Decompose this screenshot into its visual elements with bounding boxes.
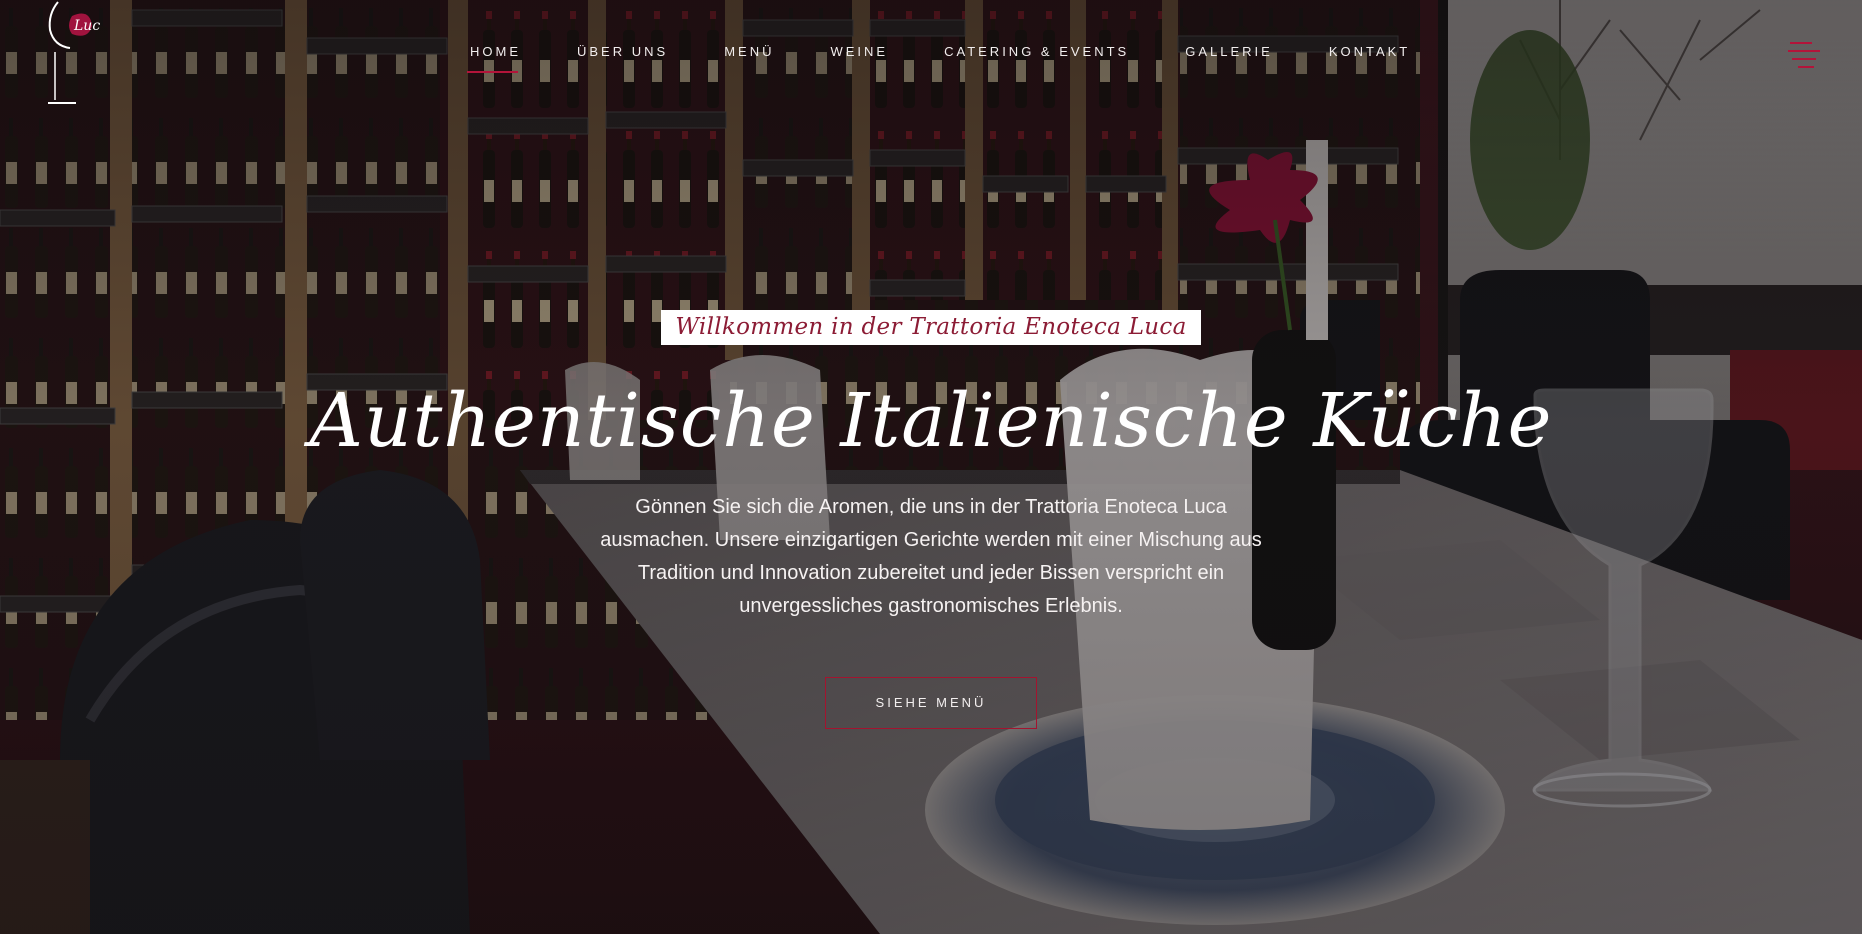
hero-description: Gönnen Sie sich die Aromen, die uns in d… xyxy=(600,495,1262,617)
siehe-menu-button[interactable]: SIEHE MENÜ xyxy=(825,676,1037,729)
main-navigation: HOME ÜBER UNS MENÜ WEINE CATERING & EVEN… xyxy=(467,44,1410,73)
hero-title: Authentische Italienische Küche xyxy=(309,378,1553,464)
nav-item-ueber-uns[interactable]: ÜBER UNS xyxy=(577,44,668,59)
svg-text:Luca: Luca xyxy=(73,18,100,34)
hero-content: Willkommen in der Trattoria Enoteca Luca… xyxy=(0,310,1862,729)
hamburger-line xyxy=(1798,66,1814,68)
hamburger-line xyxy=(1788,50,1820,52)
nav-item-weine[interactable]: WEINE xyxy=(830,44,888,59)
nav-item-kontakt[interactable]: KONTAKT xyxy=(1329,44,1410,59)
hero-section: Luca HOME ÜBER UNS MENÜ WEINE CATERING &… xyxy=(0,0,1862,934)
nav-item-home[interactable]: HOME xyxy=(467,44,521,73)
nav-item-catering-events[interactable]: CATERING & EVENTS xyxy=(944,44,1129,59)
hamburger-line xyxy=(1792,58,1816,60)
welcome-tagline: Willkommen in der Trattoria Enoteca Luca xyxy=(661,310,1201,345)
luca-logo[interactable]: Luca xyxy=(40,0,100,110)
nav-item-gallerie[interactable]: GALLERIE xyxy=(1185,44,1273,59)
hamburger-line xyxy=(1790,42,1812,44)
hamburger-menu-icon[interactable] xyxy=(1788,40,1822,68)
nav-item-menu[interactable]: MENÜ xyxy=(724,44,774,59)
